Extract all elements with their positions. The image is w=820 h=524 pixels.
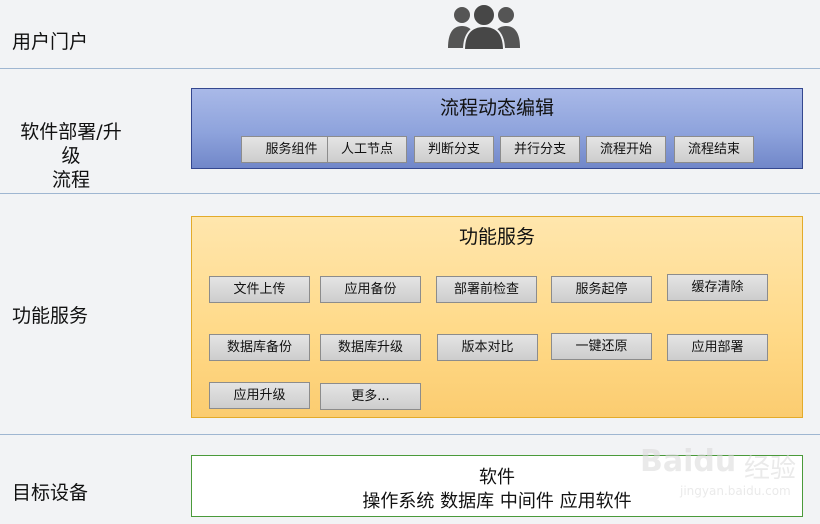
row-label-deploy-line2: 流程	[51, 169, 90, 191]
watermark-url: jingyan.baidu.com	[680, 484, 791, 498]
baidu-watermark: Baidu 经验 jingyan.baidu.com	[640, 438, 810, 504]
users-group-icon	[448, 3, 520, 50]
function-item-11[interactable]: 应用升级	[209, 382, 310, 409]
row-label-deploy-line1: 软件部署/升级	[20, 121, 122, 167]
workflow-item-3[interactable]: 判断分支	[414, 136, 494, 163]
function-services-panel: 功能服务 文件上传 应用备份 部署前检查 服务起停 缓存清除数据库备份 数据库升级 版本对比…	[191, 216, 803, 418]
row-label-functions: 功能服务	[12, 305, 89, 327]
function-item-10[interactable]: 应用部署	[667, 334, 768, 361]
row-label-deploy: 软件部署/升级 流程	[12, 120, 130, 192]
functions-panel-title: 功能服务	[458, 226, 535, 248]
row-label-target: 目标设备	[12, 482, 89, 504]
function-item-12[interactable]: 更多...	[320, 383, 421, 410]
watermark-text-cn: 经验	[744, 454, 797, 484]
workflow-item-6[interactable]: 流程结束	[674, 136, 754, 163]
workflow-editor-panel: 流程动态编辑 服务组件 人工节点 判断分支 并行分支 流程开始 流程结束	[191, 88, 803, 169]
workflow-item-4[interactable]: 并行分支	[500, 136, 580, 163]
row-divider-3	[0, 434, 820, 435]
function-item-7[interactable]: 数据库升级	[320, 334, 421, 361]
workflow-panel-title: 流程动态编辑	[439, 97, 554, 119]
function-item-3[interactable]: 部署前检查	[436, 276, 537, 303]
row-divider-1	[0, 68, 820, 69]
watermark-brand: Baidu	[640, 444, 737, 479]
workflow-item-5[interactable]: 流程开始	[586, 136, 666, 163]
function-item-8[interactable]: 版本对比	[437, 334, 538, 361]
function-item-5[interactable]: 缓存清除	[667, 274, 768, 301]
function-item-6[interactable]: 数据库备份	[209, 334, 310, 361]
function-item-1[interactable]: 文件上传	[209, 276, 310, 303]
function-item-2[interactable]: 应用备份	[320, 276, 421, 303]
workflow-item-2[interactable]: 人工节点	[327, 136, 407, 163]
row-divider-2	[0, 193, 820, 194]
function-item-9[interactable]: 一键还原	[551, 333, 652, 360]
function-item-4[interactable]: 服务起停	[551, 276, 652, 303]
row-label-portal: 用户门户	[12, 31, 89, 53]
